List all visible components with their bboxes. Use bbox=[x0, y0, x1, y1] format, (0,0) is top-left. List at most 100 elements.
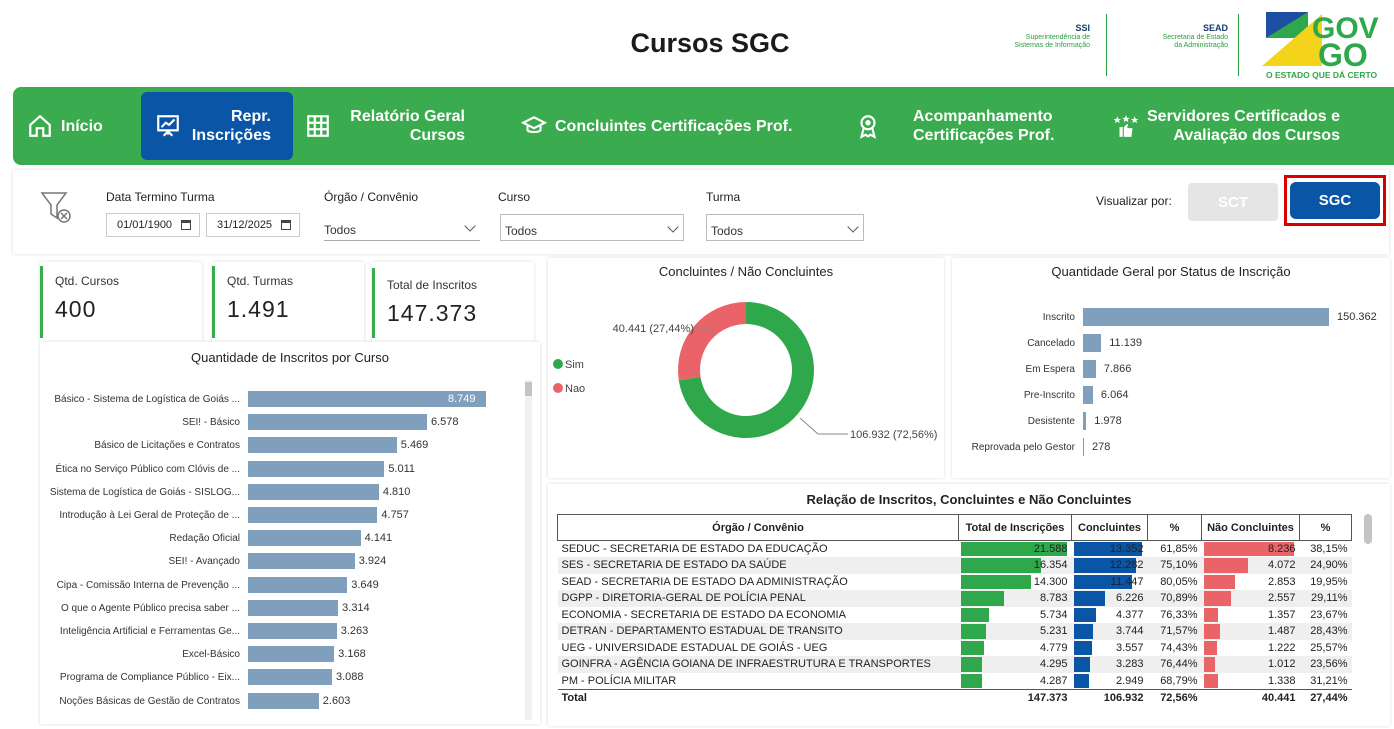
cell-orgao-text: GOINFRA - AGÊNCIA GOIANA DE INFRAESTRUTU… bbox=[561, 658, 931, 671]
nav-servidores-certificados[interactable]: Servidores Certificados e Avaliação dos C… bbox=[1113, 87, 1340, 165]
filters-panel bbox=[13, 170, 1389, 254]
cell-col-3: 74,43% bbox=[1148, 640, 1202, 657]
nav-repr-inscricoes[interactable]: Repr. Inscrições bbox=[141, 92, 293, 160]
ssi-logo: SSI Superintendência de Sistemas de Info… bbox=[1014, 23, 1090, 50]
table-row[interactable]: SEAD - SECRETARIA DE ESTADO DA ADMINISTR… bbox=[558, 574, 1352, 591]
cell-value: 2.557 bbox=[1267, 592, 1296, 605]
table-row[interactable]: DETRAN - DEPARTAMENTO ESTADUAL DE TRANSI… bbox=[557, 623, 1352, 640]
turma-select[interactable]: Todos bbox=[706, 214, 864, 241]
calendar-icon[interactable] bbox=[281, 220, 291, 230]
cell-orgao-text: SEDUC - SECRETARIA DE ESTADO DA EDUCAÇÃO bbox=[561, 543, 828, 555]
nav-acompanhamento[interactable]: Acompanhamento Certificações Prof. bbox=[855, 87, 1054, 165]
bar[interactable] bbox=[248, 507, 378, 523]
bar[interactable] bbox=[248, 530, 361, 547]
bar-value-label: 4.757 bbox=[381, 509, 409, 521]
kpi-courses: Qtd. Cursos 400 bbox=[40, 266, 119, 338]
cell-col-3: 76,44% bbox=[1147, 656, 1202, 673]
bar[interactable] bbox=[248, 414, 427, 431]
bar-label: SEI! - Avançado bbox=[168, 556, 240, 568]
courses-chart-title: Quantidade de Inscritos por Curso bbox=[191, 350, 389, 365]
leader-line bbox=[799, 417, 848, 435]
bar-value-label: 3.314 bbox=[342, 601, 370, 614]
cell-col-4: 1.222 bbox=[1202, 640, 1300, 657]
status-bar[interactable] bbox=[1083, 386, 1093, 404]
table-row[interactable]: ECONOMIA - SECRETARIA DE ESTADO DA ECONO… bbox=[558, 607, 1352, 624]
bar[interactable] bbox=[248, 460, 385, 477]
nav-relatorio-geral[interactable]: Relatório Geral Cursos bbox=[305, 87, 465, 165]
col-header-concluintes[interactable]: Concluintes bbox=[1071, 514, 1148, 541]
table-row[interactable]: PM - POLÍCIA MILITAR 4.287 2.949 68,79% 1.33… bbox=[558, 673, 1352, 690]
sgc-button[interactable]: SGC bbox=[1290, 182, 1380, 219]
bar-value-label: 8.749 bbox=[448, 393, 476, 405]
divider bbox=[1238, 14, 1239, 76]
bar[interactable] bbox=[248, 599, 339, 616]
col-header-orgao[interactable]: Órgão / Convênio bbox=[557, 514, 959, 541]
cell-orgao: SEAD - SECRETARIA DE ESTADO DA ADMINISTR… bbox=[558, 574, 959, 591]
scrollbar-thumb[interactable] bbox=[525, 382, 532, 396]
date-filter-label: Data Termino Turma bbox=[106, 190, 215, 204]
legend-sim-marker[interactable] bbox=[553, 359, 563, 369]
cell-value: 29,11% bbox=[1311, 592, 1348, 605]
legend-nao-marker[interactable] bbox=[553, 383, 563, 393]
col-header-nao-concluintes[interactable]: Não Concluintes bbox=[1201, 514, 1300, 541]
nav-concluintes[interactable]: Concluintes Certificações Prof. bbox=[521, 87, 792, 165]
col-header-total[interactable]: Total de Inscrições bbox=[958, 514, 1072, 541]
status-bar[interactable] bbox=[1083, 334, 1102, 352]
cell-orgao: PM - POLÍCIA MILITAR bbox=[558, 673, 959, 690]
chevron-down-icon bbox=[464, 220, 476, 232]
bar-label: Redação Oficial bbox=[169, 533, 240, 545]
gov-go-logo: GOV GO O ESTADO QUE DÁ CERTO bbox=[1262, 12, 1379, 80]
table-row[interactable]: SES - SECRETARIA DE ESTADO DA SAÚDE 16.35… bbox=[557, 557, 1352, 574]
bar-value-label: 4.141 bbox=[364, 532, 393, 545]
cell-value: 1.487 bbox=[1267, 625, 1296, 638]
status-bar[interactable] bbox=[1083, 360, 1096, 378]
status-bar-label: Pre-Inscrito bbox=[1023, 390, 1075, 401]
orgao-select[interactable]: Todos bbox=[324, 214, 480, 241]
cell-col-1: 4.295 bbox=[958, 656, 1072, 673]
bar[interactable] bbox=[248, 692, 319, 709]
status-bar[interactable] bbox=[1083, 308, 1329, 326]
table-row[interactable]: GOINFRA - AGÊNCIA GOIANA DE INFRAESTRUTU… bbox=[557, 656, 1352, 673]
cell-orgao-text: ECONOMIA - SECRETARIA DE ESTADO DA ECONO… bbox=[561, 608, 846, 621]
cell-col-5: 28,43% bbox=[1299, 623, 1352, 640]
bar[interactable] bbox=[248, 669, 332, 686]
cell-col-5: 23,67% bbox=[1300, 607, 1352, 624]
cell-value: 4.295 bbox=[1039, 658, 1068, 671]
bar-value-label: 3.649 bbox=[351, 578, 379, 591]
table-row[interactable]: SEDUC - SECRETARIA DE ESTADO DA EDUCAÇÃO… bbox=[558, 541, 1352, 558]
cell-col-5: 23,56% bbox=[1299, 656, 1352, 673]
total-cell: 72,56% bbox=[1147, 688, 1202, 706]
table-row[interactable]: UEG - UNIVERSIDADE ESTADUAL DE GOIÁS - U… bbox=[558, 640, 1352, 657]
col-header-pct[interactable]: % bbox=[1299, 514, 1352, 541]
cell-orgao: GOINFRA - AGÊNCIA GOIANA DE INFRAESTRUTU… bbox=[557, 656, 959, 673]
bar[interactable] bbox=[248, 483, 379, 500]
bar-value-label: 5.011 bbox=[388, 462, 416, 475]
table-scrollbar[interactable] bbox=[1364, 514, 1372, 544]
scrollbar[interactable] bbox=[525, 380, 532, 720]
cell-value: 76,33% bbox=[1160, 608, 1198, 621]
bar[interactable] bbox=[248, 623, 337, 639]
curso-select[interactable]: Todos bbox=[500, 214, 684, 241]
page-header: Cursos SGC SSI Superintendência de Siste… bbox=[0, 0, 1394, 88]
bar-label: Noções Básicas de Gestão de Contratos bbox=[59, 695, 240, 707]
donut-slice-nao[interactable] bbox=[678, 302, 746, 381]
status-bar[interactable] bbox=[1083, 438, 1084, 456]
clear-filter-icon[interactable] bbox=[40, 190, 72, 226]
total-cell: 147.373 bbox=[958, 688, 1072, 706]
cell-col-2: 13.352 bbox=[1072, 541, 1148, 558]
nav-inicio[interactable]: Início bbox=[27, 87, 103, 165]
legend-sim: Sim bbox=[565, 359, 584, 371]
col-header-pct[interactable]: % bbox=[1147, 514, 1202, 541]
date-start-input[interactable]: 01/01/1900 bbox=[106, 213, 200, 237]
bar[interactable] bbox=[248, 576, 348, 593]
status-bar[interactable] bbox=[1083, 412, 1087, 430]
bar[interactable] bbox=[248, 646, 335, 663]
bar[interactable] bbox=[248, 553, 355, 570]
bar[interactable] bbox=[248, 437, 397, 454]
table-row[interactable]: DGPP - DIRETORIA-GERAL DE POLÍCIA PENAL 8… bbox=[557, 590, 1352, 607]
sct-button[interactable]: SCT bbox=[1188, 183, 1278, 221]
cell-col-4: 1.357 bbox=[1202, 607, 1300, 624]
calendar-icon[interactable] bbox=[181, 220, 191, 230]
bar-label: Ética no Serviço Público com Clóvis de .… bbox=[55, 463, 240, 475]
date-end-input[interactable]: 31/12/2025 bbox=[206, 213, 300, 237]
